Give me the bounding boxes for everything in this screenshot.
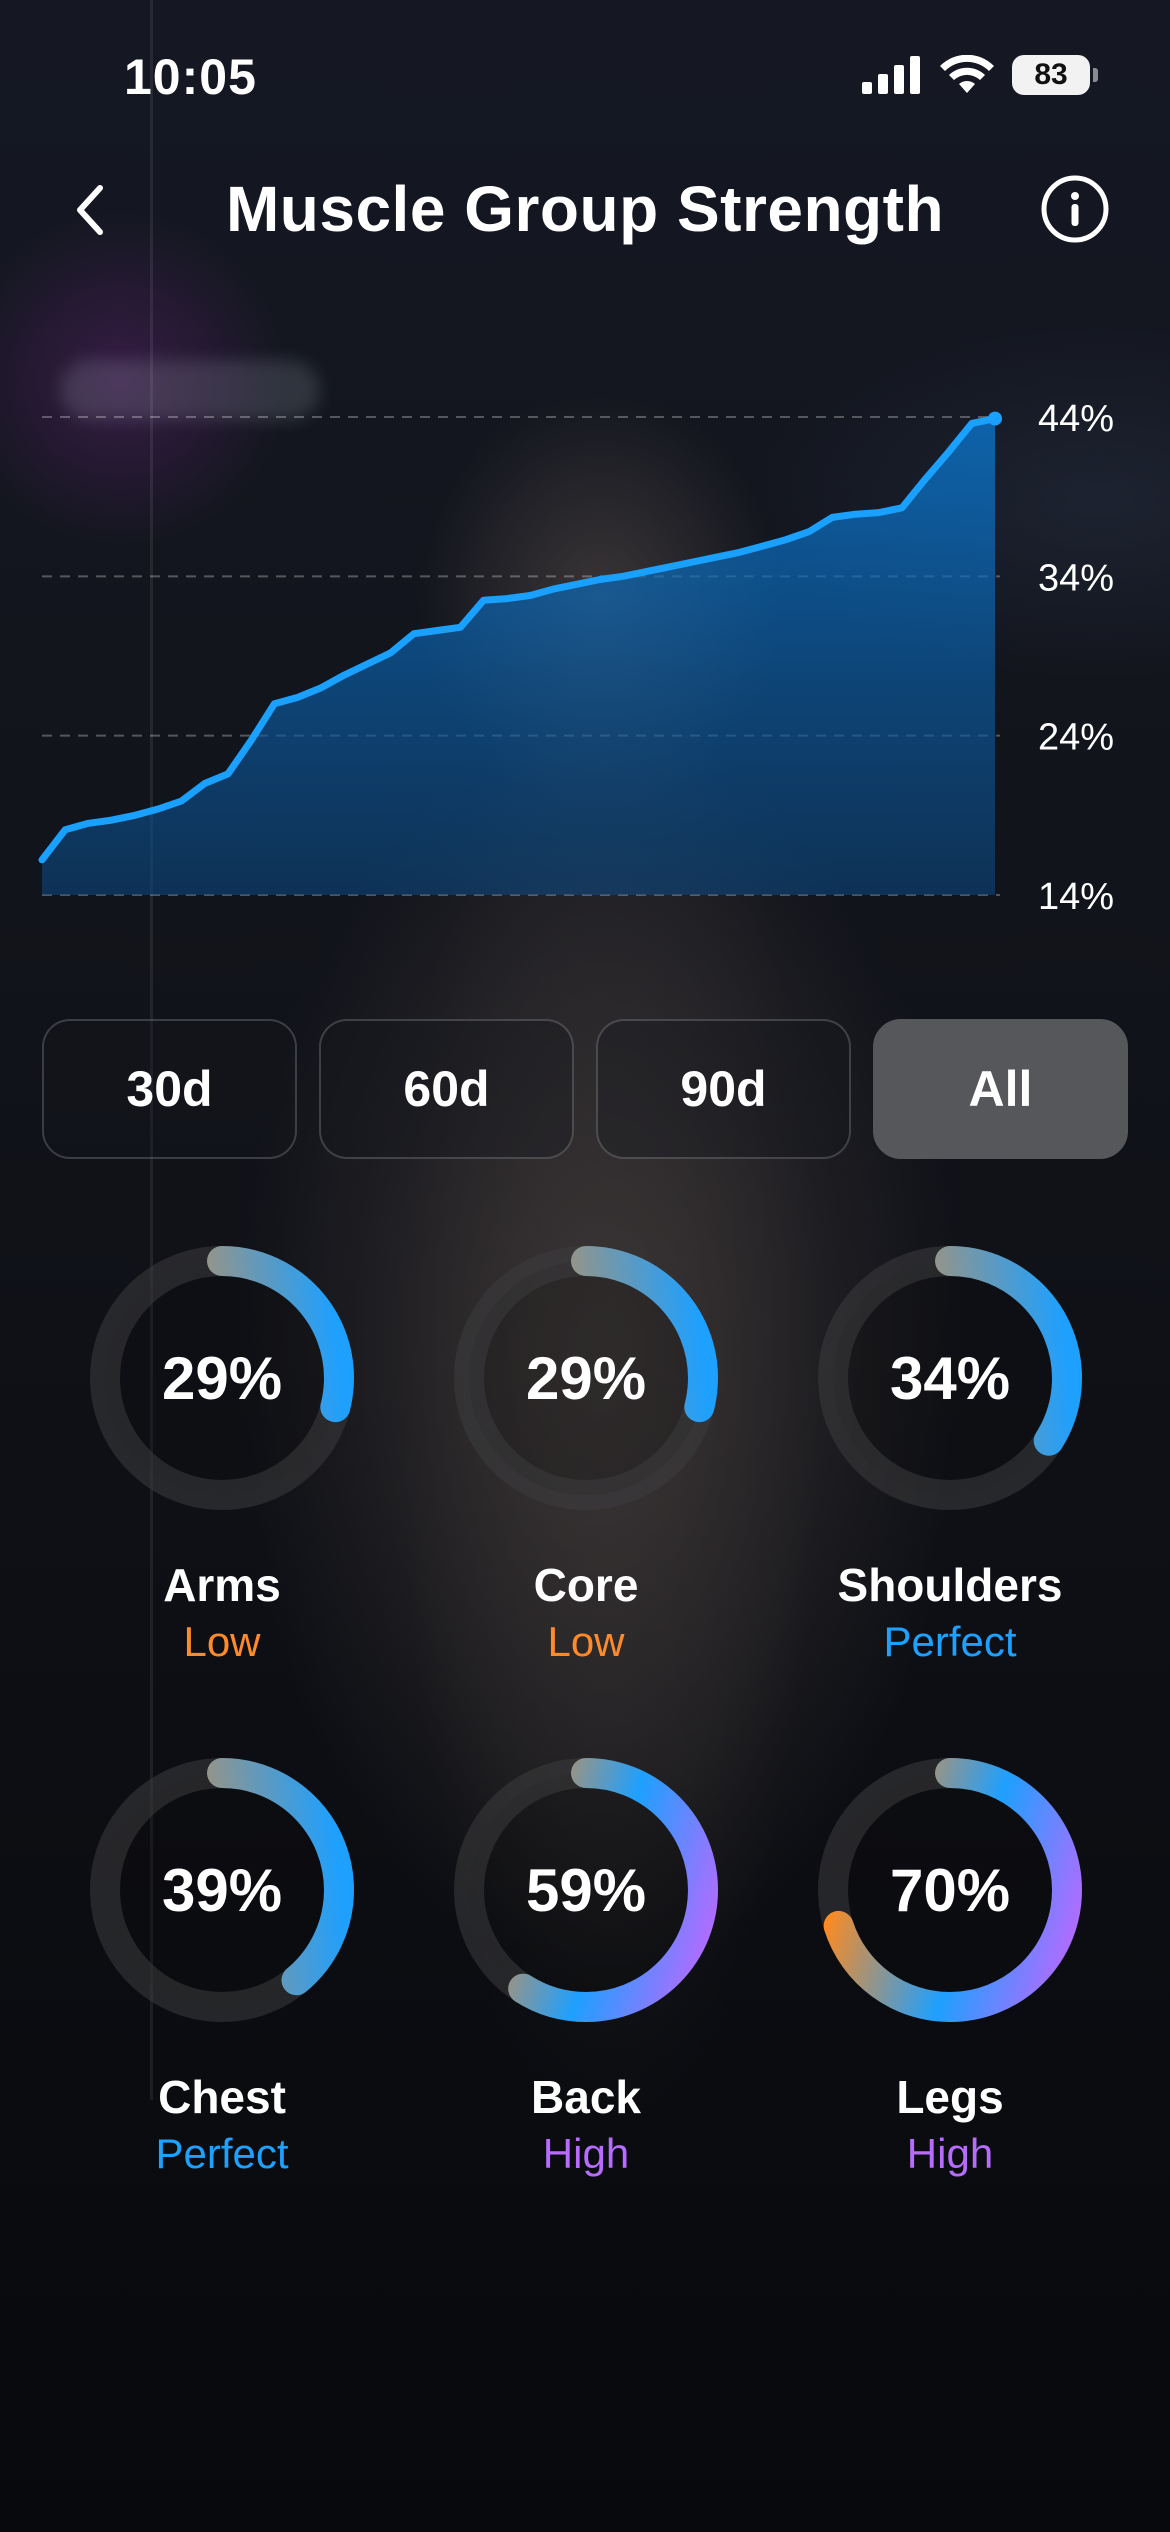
muscle-status: Perfect xyxy=(155,2130,289,2177)
y-tick-label: 24% xyxy=(1038,717,1114,759)
muscle-ring-legs[interactable]: 70% Legs High xyxy=(800,1740,1100,2178)
period-selector: 30d 60d 90d All xyxy=(42,1019,1128,1159)
progress-ring: 70% xyxy=(818,1758,1082,2022)
muscle-name: Core xyxy=(533,1559,639,1611)
progress-ring: 39% xyxy=(90,1758,354,2022)
muscle-ring-core[interactable]: 29% Core Low xyxy=(436,1228,736,1666)
muscle-status: Low xyxy=(547,1618,625,1665)
strength-chart: 44% 34% 24% 14% xyxy=(0,380,1170,940)
ring-percent: 29% xyxy=(526,1345,646,1412)
progress-ring: 29% xyxy=(90,1246,354,1510)
muscle-ring-chest[interactable]: 39% Chest Perfect xyxy=(72,1740,372,2178)
ring-percent: 34% xyxy=(890,1345,1010,1412)
chart-end-point xyxy=(988,411,1002,426)
muscle-ring-shoulders[interactable]: 34% Shoulders Perfect xyxy=(800,1228,1100,1666)
chart-area xyxy=(42,418,995,895)
ring-percent: 70% xyxy=(890,1857,1010,1924)
progress-ring: 29% xyxy=(454,1246,718,1510)
muscle-name: Arms xyxy=(163,1559,281,1611)
y-tick-label: 14% xyxy=(1038,876,1114,918)
status-bar: 10:05 83 xyxy=(0,0,1170,150)
info-button[interactable] xyxy=(1040,174,1110,244)
muscle-ring-back[interactable]: 59% Back High xyxy=(436,1740,736,2178)
y-tick-label: 34% xyxy=(1038,557,1114,599)
muscle-ring-arms[interactable]: 29% Arms Low xyxy=(72,1228,372,1666)
status-icons: 83 xyxy=(862,55,1098,95)
y-tick-label: 44% xyxy=(1038,398,1114,440)
strength-chart-svg: 44% 34% 24% 14% xyxy=(38,398,1114,918)
page-title: Muscle Group Strength xyxy=(225,173,945,245)
muscle-status: High xyxy=(542,2130,630,2177)
period-all-button[interactable]: All xyxy=(873,1019,1128,1159)
muscle-name: Chest xyxy=(158,2071,286,2123)
battery-level: 83 xyxy=(1034,58,1068,91)
status-time: 10:05 xyxy=(124,49,257,105)
muscle-name: Back xyxy=(531,2071,641,2123)
muscle-status: High xyxy=(906,2130,994,2177)
cellular-signal-icon xyxy=(862,56,920,94)
period-30d-button[interactable]: 30d xyxy=(42,1019,297,1159)
ring-percent: 29% xyxy=(162,1345,282,1412)
progress-ring: 34% xyxy=(818,1246,1082,1510)
info-icon xyxy=(1041,175,1109,243)
battery-icon: 83 xyxy=(1012,55,1098,95)
wifi-icon xyxy=(940,55,994,93)
ring-percent: 39% xyxy=(162,1857,282,1924)
muscle-name: Shoulders xyxy=(837,1559,1063,1611)
muscle-name: Legs xyxy=(896,2071,1004,2123)
ring-percent: 59% xyxy=(526,1857,646,1924)
muscle-status: Low xyxy=(183,1618,261,1665)
period-60d-button[interactable]: 60d xyxy=(319,1019,574,1159)
progress-ring: 59% xyxy=(454,1758,718,2022)
muscle-status: Perfect xyxy=(883,1618,1017,1665)
period-90d-button[interactable]: 90d xyxy=(596,1019,851,1159)
